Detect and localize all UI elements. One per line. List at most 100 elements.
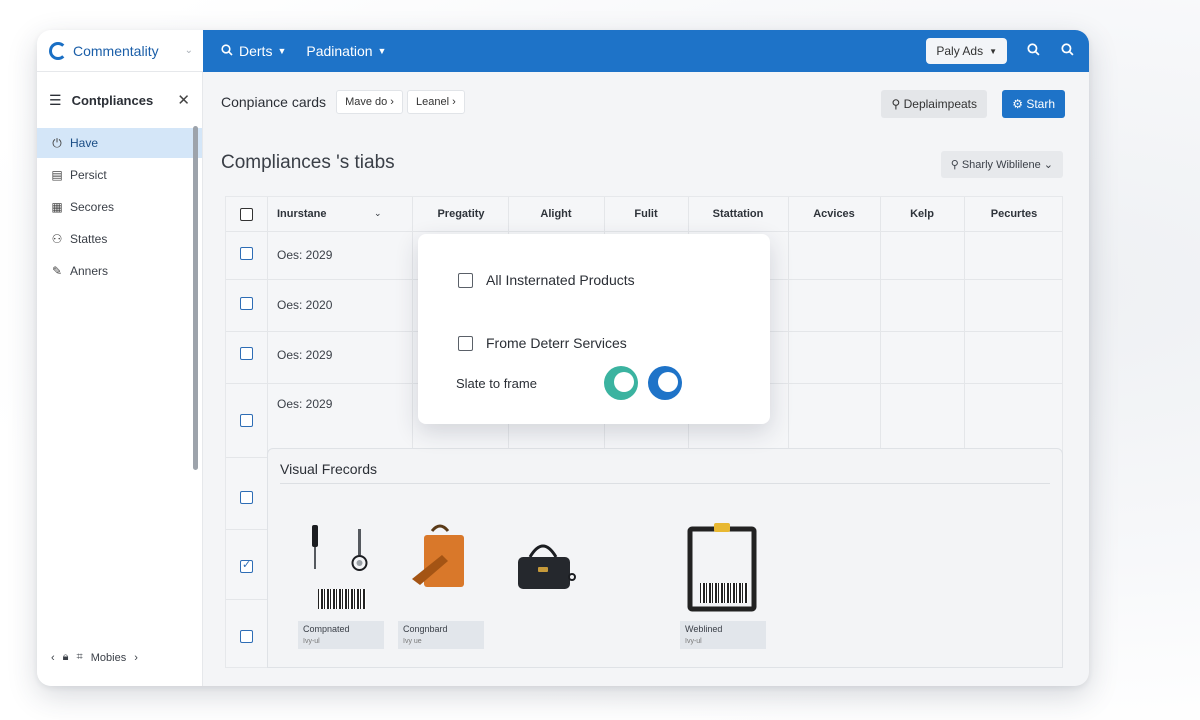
toggle-switch[interactable] — [648, 366, 682, 400]
sidebar-item-secores[interactable]: ▦ Secores — [37, 192, 202, 222]
lock-icon: 🔒︎ — [62, 651, 69, 663]
option-label: All Insternated Products — [486, 272, 635, 288]
pencil-icon: ✎ — [51, 264, 63, 278]
search-icon — [221, 43, 233, 59]
brand-area[interactable]: Commentality ⌄ — [37, 30, 203, 72]
row-checkbox[interactable] — [240, 297, 253, 310]
chevron-down-icon: ▼ — [277, 46, 287, 56]
search-icon[interactable] — [1025, 43, 1041, 59]
people-icon: ⚇ — [51, 232, 63, 246]
row-checkbox[interactable] — [240, 247, 253, 260]
toggle-label: Slate to frame — [456, 376, 537, 391]
record-card[interactable]: Compnated Ivy-ul — [298, 517, 384, 650]
start-button[interactable]: ⚙ Starh — [1002, 90, 1065, 118]
hamburger-icon[interactable]: ☰ — [49, 92, 62, 109]
user-icon: ⚲ — [950, 159, 959, 171]
row-checkbox[interactable] — [240, 491, 253, 504]
option-checkbox[interactable] — [458, 335, 473, 351]
chevron-down-icon: ⌄ — [1043, 159, 1053, 171]
column-header[interactable]: Alight — [510, 208, 602, 220]
breadcrumb-title: Conpiance cards — [221, 94, 327, 110]
row-checkbox[interactable] — [240, 347, 253, 360]
sidebar-item-persict[interactable]: ▤ Persict — [37, 160, 202, 190]
sidebar-scrollbar[interactable] — [193, 126, 198, 470]
deploy-button[interactable]: ⚲ Deplaimpeats — [881, 90, 987, 118]
sidebar-item-label: Stattes — [70, 232, 108, 246]
visual-records-title: Visual Frecords — [280, 461, 378, 477]
sidebar-footer: ‹ 🔒︎ ⌗ Mobies › — [51, 651, 146, 664]
record-card[interactable] — [502, 517, 588, 617]
row-value: Oes: 2029 — [277, 397, 333, 411]
close-icon[interactable]: ✕ — [177, 91, 190, 109]
sidebar-item-label: Have — [70, 136, 99, 150]
card-label: Weblined — [685, 624, 723, 634]
column-header[interactable]: Pecurtes — [964, 208, 1064, 220]
card-label: Compnated — [303, 624, 350, 634]
clipboard-icon — [680, 517, 766, 617]
chevron-down-icon: ▼ — [377, 46, 387, 56]
search-icon[interactable] — [1059, 43, 1075, 59]
chevron-right-icon[interactable]: › — [134, 652, 138, 664]
nav-derts[interactable]: Derts ▼ — [221, 43, 286, 59]
power-icon: ⏻ — [52, 135, 62, 150]
row-checkbox[interactable] — [240, 414, 253, 427]
option-label: Frome Deterr Services — [486, 335, 627, 351]
tools-icon — [298, 517, 384, 617]
select-all-checkbox[interactable] — [240, 208, 253, 221]
record-card[interactable]: Weblined Ivy-ul — [680, 517, 766, 650]
card-sublabel: Ivy-ul — [303, 637, 320, 645]
share-label: Sharly Wiblilene — [961, 159, 1041, 171]
sidebar-header: ☰ Contpliances ✕ — [37, 72, 202, 128]
start-label: Starh — [1026, 97, 1055, 111]
grid-icon: ▦ — [51, 200, 63, 214]
filter-popover: All Insternated Products Frome Deterr Se… — [418, 234, 770, 424]
column-header[interactable]: Pregatity — [416, 208, 506, 220]
option-services[interactable]: Frome Deterr Services — [458, 335, 627, 351]
card-label: Congnbard — [403, 624, 448, 634]
sidebar-item-anners[interactable]: ✎ Anners — [37, 256, 202, 286]
top-bar: Derts ▼ Padination ▼ Paly Ads ▼ — [203, 30, 1089, 72]
toggle-switch[interactable] — [604, 366, 638, 400]
nav-padination[interactable]: Padination ▼ — [306, 43, 386, 59]
column-header[interactable]: Inurstane — [277, 208, 327, 220]
brand-name: Commentality — [73, 42, 159, 59]
breadcrumb-chip[interactable]: Mave do › — [336, 90, 403, 114]
breadcrumb: Conpiance cards Mave do › Leanel › — [221, 90, 469, 114]
visual-records-panel: Visual Frecords Compnated Ivy-ul Congnba… — [267, 448, 1063, 668]
chevron-down-icon: ⌄ — [184, 45, 193, 56]
sidebar-item-stattes[interactable]: ⚇ Stattes — [37, 224, 202, 254]
footer-label[interactable]: Mobies — [91, 652, 126, 664]
card-sublabel: Ivy ue — [403, 637, 422, 645]
chevron-left-icon[interactable]: ‹ — [51, 652, 55, 664]
table-icon: ▤ — [51, 168, 63, 182]
play-ads-button[interactable]: Paly Ads ▼ — [926, 38, 1007, 64]
row-value: Oes: 2029 — [277, 348, 333, 362]
row-checkbox[interactable] — [240, 558, 253, 573]
row-value: Oes: 2020 — [277, 298, 333, 312]
share-dropdown[interactable]: ⚲ Sharly Wiblilene ⌄ — [940, 151, 1063, 178]
option-all-products[interactable]: All Insternated Products — [458, 272, 635, 288]
sidebar-item-label: Anners — [70, 264, 109, 278]
sidebar-title: Contpliances — [71, 92, 154, 108]
option-checkbox[interactable] — [458, 272, 473, 288]
column-header[interactable]: Acvices — [788, 208, 880, 220]
sidebar: ☰ Contpliances ✕ ⏻ Have ▤ Persict ▦ Seco… — [37, 72, 203, 686]
breadcrumb-chip[interactable]: Leanel › — [406, 90, 465, 114]
column-header[interactable]: Stattation — [688, 208, 788, 220]
card-sublabel: Ivy-ul — [685, 637, 702, 645]
chevron-down-icon[interactable]: ⌄ — [374, 208, 382, 219]
deploy-label: Deplaimpeats — [903, 97, 977, 111]
user-icon: ⚲ — [891, 97, 901, 111]
record-card[interactable]: Congnbard Ivy ue — [398, 517, 484, 650]
play-ads-label: Paly Ads — [936, 44, 984, 58]
handbag-icon — [502, 517, 588, 617]
chevron-down-icon: ▼ — [989, 46, 997, 56]
nav-label: Padination — [306, 43, 373, 59]
brand-logo-icon — [49, 41, 67, 60]
row-checkbox[interactable] — [240, 630, 253, 643]
column-header[interactable]: Kelp — [880, 208, 964, 220]
sidebar-item-label: Persict — [70, 168, 107, 182]
sidebar-item-have[interactable]: ⏻ Have — [37, 128, 202, 158]
shopping-bag-icon — [398, 517, 484, 617]
column-header[interactable]: Fulit — [604, 208, 688, 220]
